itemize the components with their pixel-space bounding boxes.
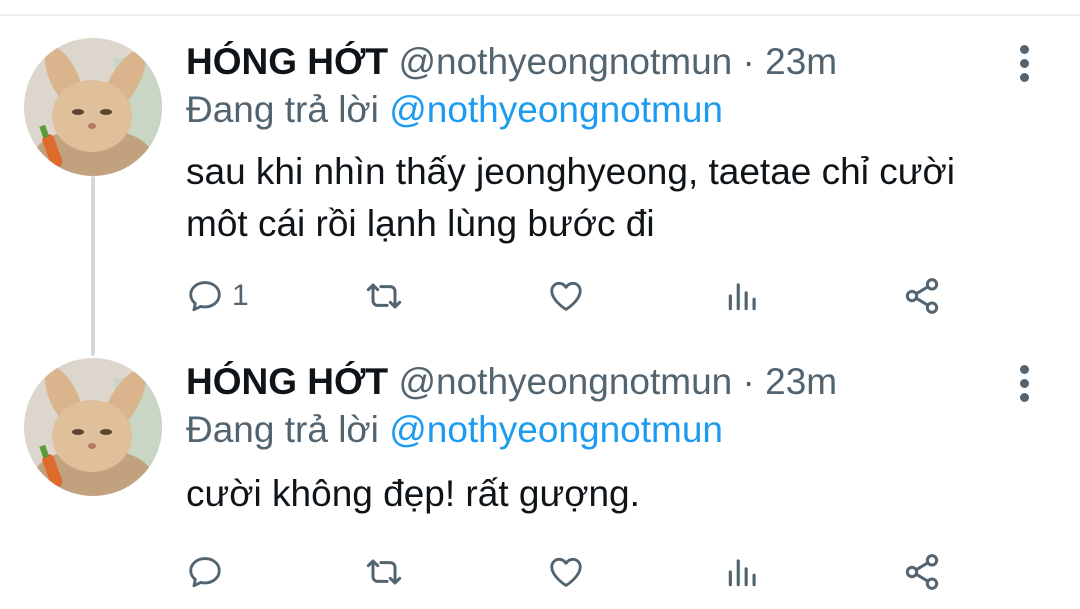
views-button[interactable] — [724, 272, 762, 320]
replying-to: Đang trả lời @nothyeongnotmun — [186, 408, 723, 452]
tweet-text-line: cười không đẹp! rất gượng. — [186, 473, 640, 514]
author-handle[interactable]: @nothyeongnotmun — [398, 361, 732, 402]
separator-dot: · — [742, 41, 755, 82]
more-options-button[interactable] — [1010, 362, 1040, 406]
thread-connector-line — [91, 176, 95, 356]
more-dot — [1020, 365, 1029, 374]
reply-icon — [189, 557, 221, 588]
top-divider — [0, 14, 1080, 16]
reply-count: 1 — [232, 279, 249, 312]
more-dot — [1020, 45, 1029, 54]
replying-to: Đang trả lời @nothyeongnotmun — [186, 88, 723, 132]
like-button[interactable] — [546, 548, 586, 596]
retweet-icon — [366, 283, 402, 309]
like-button[interactable] — [546, 272, 586, 320]
reply-button[interactable]: 1 — [186, 272, 249, 320]
heart-icon — [550, 281, 582, 311]
author-name[interactable]: HÓNG HỚT — [186, 41, 388, 82]
tweet-text-line: sau khi nhìn thấy jeonghyeong, taetae ch… — [186, 151, 955, 192]
tweet-text: sau khi nhìn thấy jeonghyeong, taetae ch… — [186, 146, 1046, 250]
analytics-icon — [728, 283, 756, 311]
heart-icon — [550, 557, 582, 587]
cat-bunny-avatar-icon — [24, 358, 162, 496]
share-icon — [905, 278, 939, 314]
analytics-icon — [728, 559, 756, 587]
replying-to-label: Đang trả lời — [186, 89, 379, 130]
more-dot — [1020, 393, 1029, 402]
more-options-button[interactable] — [1010, 42, 1040, 86]
retweet-button[interactable] — [362, 548, 406, 596]
tweet-header: HÓNG HỚT @nothyeongnotmun · 23m — [186, 360, 837, 404]
cat-bunny-avatar-icon — [24, 38, 162, 176]
author-handle[interactable]: @nothyeongnotmun — [398, 41, 732, 82]
replying-to-label: Đang trả lời — [186, 409, 379, 450]
timestamp[interactable]: 23m — [765, 41, 837, 82]
replying-to-handle[interactable]: @nothyeongnotmun — [389, 409, 723, 450]
retweet-button[interactable] — [362, 272, 406, 320]
tweet-header: HÓNG HỚT @nothyeongnotmun · 23m — [186, 40, 837, 84]
tweet-text: cười không đẹp! rất gượng. — [186, 468, 1046, 520]
more-dot — [1020, 73, 1029, 82]
share-button[interactable] — [902, 548, 942, 596]
share-button[interactable] — [902, 272, 942, 320]
author-name[interactable]: HÓNG HỚT — [186, 361, 388, 402]
replying-to-handle[interactable]: @nothyeongnotmun — [389, 89, 723, 130]
tweet-text-line: môt cái rồi lạnh lùng bước đi — [186, 203, 655, 244]
reply-icon — [189, 281, 221, 312]
avatar[interactable] — [24, 358, 162, 496]
share-icon — [905, 554, 939, 590]
views-button[interactable] — [724, 548, 762, 596]
more-dot — [1020, 379, 1029, 388]
reply-button[interactable] — [186, 548, 232, 596]
avatar[interactable] — [24, 38, 162, 176]
separator-dot: · — [742, 361, 755, 402]
timestamp[interactable]: 23m — [765, 361, 837, 402]
retweet-icon — [366, 559, 402, 585]
more-dot — [1020, 59, 1029, 68]
